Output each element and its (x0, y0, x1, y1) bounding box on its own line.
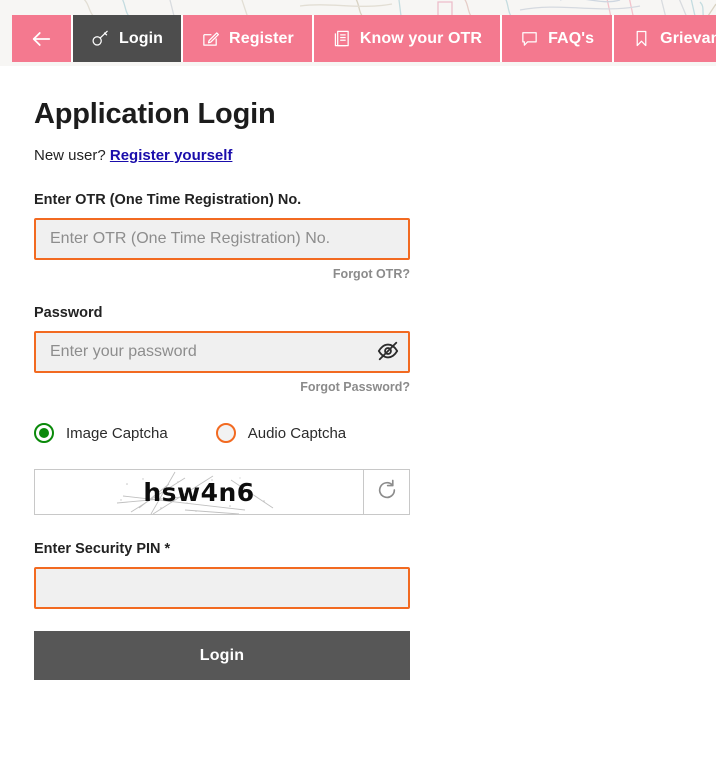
chat-bubble-icon (520, 29, 539, 48)
tab-register[interactable]: Register (183, 15, 314, 62)
tab-grievance-label: Grievance (660, 29, 716, 47)
security-pin-input-wrap (34, 567, 410, 609)
forgot-password-link[interactable]: Forgot Password? (34, 380, 410, 394)
radio-image-captcha-mark[interactable] (34, 423, 54, 443)
tab-register-label: Register (229, 29, 294, 47)
arrow-left-icon (32, 29, 51, 48)
captcha-row: hsw4n6 (34, 469, 410, 515)
tab-login-label: Login (119, 29, 164, 47)
document-icon (332, 29, 351, 48)
key-icon (91, 29, 110, 48)
register-yourself-link[interactable]: Register yourself (110, 147, 233, 164)
page-title: Application Login (34, 98, 276, 130)
forgot-otr-link[interactable]: Forgot OTR? (34, 267, 410, 281)
otr-label: Enter OTR (One Time Registration) No. (34, 192, 302, 208)
radio-image-captcha-label: Image Captcha (66, 424, 168, 442)
radio-audio-captcha-mark[interactable] (215, 423, 236, 443)
radio-audio-captcha[interactable]: Audio Captcha (215, 423, 347, 443)
edit-square-icon (201, 29, 220, 48)
radio-image-captcha[interactable]: Image Captcha (34, 423, 168, 443)
tab-faqs-label: FAQ's (548, 29, 595, 47)
tab-know-your-otr-label: Know your OTR (359, 29, 483, 47)
password-label: Password (34, 305, 103, 321)
eye-slash-icon (377, 340, 399, 365)
tab-login[interactable]: Login (73, 15, 184, 62)
security-pin-input[interactable] (34, 567, 410, 609)
toggle-password-visibility-button[interactable] (376, 340, 400, 364)
otr-input-wrap (34, 218, 410, 260)
tab-know-your-otr[interactable]: Know your OTR (313, 15, 503, 62)
password-input[interactable] (34, 331, 410, 373)
tab-grievance[interactable]: Grievance (614, 15, 716, 62)
otr-input[interactable] (34, 218, 410, 260)
login-form-container: Application Login New user? Register you… (0, 66, 716, 680)
captcha-type-radio-group: Image Captcha Audio Captcha (34, 423, 682, 443)
new-user-prompt: New user? Register yourself (34, 147, 682, 164)
tab-faqs[interactable]: FAQ's (502, 15, 615, 62)
password-input-wrap (34, 331, 410, 373)
refresh-icon (376, 479, 398, 506)
captcha-text: hsw4n6 (143, 477, 255, 507)
radio-audio-captcha-label: Audio Captcha (247, 424, 347, 442)
login-button[interactable]: Login (34, 631, 410, 680)
refresh-captcha-button[interactable] (364, 469, 410, 515)
captcha-image: hsw4n6 (34, 469, 364, 515)
login-page: Login Register Know your OTR FAQ's Griev… (0, 0, 716, 768)
security-pin-label: Enter Security PIN * (34, 541, 171, 557)
bookmark-icon (632, 29, 651, 48)
new-user-text: New user? (34, 147, 106, 164)
main-navigation: Login Register Know your OTR FAQ's Griev… (12, 15, 716, 62)
back-button[interactable] (12, 15, 73, 62)
